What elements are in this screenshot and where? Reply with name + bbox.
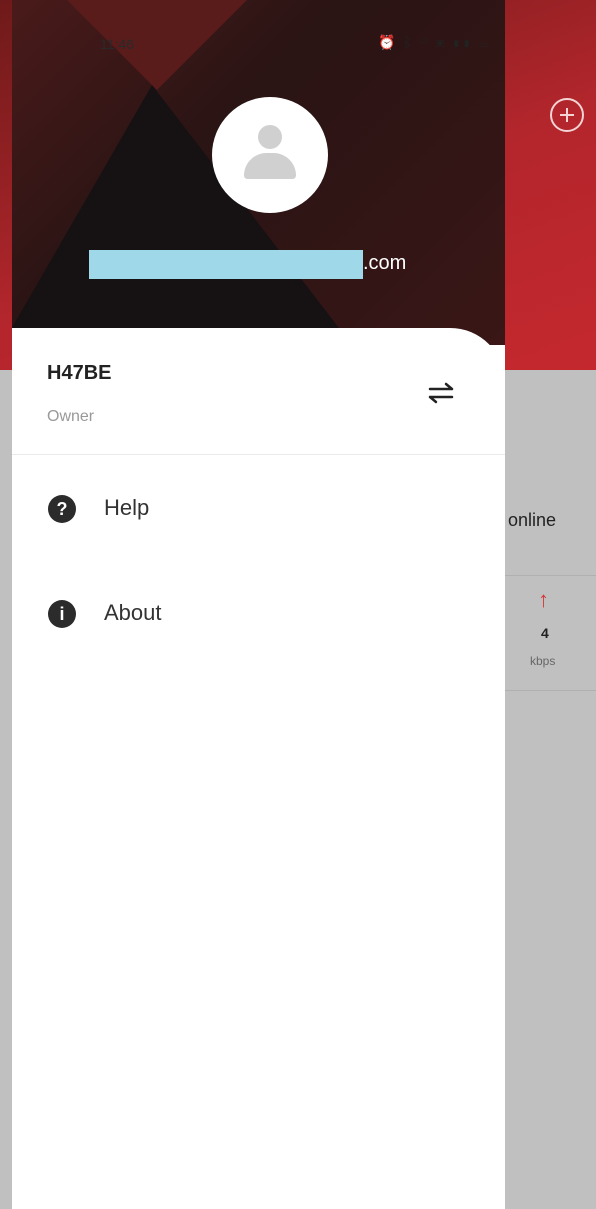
avatar[interactable] xyxy=(212,97,328,213)
swap-account-icon[interactable] xyxy=(424,380,458,406)
upload-arrow-icon: ↑ xyxy=(538,587,549,612)
status-bar: 11:46 ⏰ ᛒ ⌔ ▣ ▮▮ ▭ xyxy=(0,0,596,88)
help-icon: ? xyxy=(48,495,76,523)
account-role: Owner xyxy=(47,408,95,425)
menu-item-about[interactable]: i About xyxy=(12,585,505,645)
add-icon[interactable] xyxy=(550,98,584,132)
info-icon: i xyxy=(48,600,76,628)
status-time: 11:46 xyxy=(100,36,134,52)
avatar-head-icon xyxy=(258,125,282,149)
email-redacted xyxy=(89,250,363,279)
menu-item-help[interactable]: ? Help xyxy=(12,480,505,540)
avatar-body-icon xyxy=(244,153,296,179)
email-suffix: .com xyxy=(363,252,407,274)
navigation-drawer: .com H47BE Owner ? Help i About xyxy=(12,0,505,1209)
divider xyxy=(505,575,596,576)
divider xyxy=(505,690,596,691)
status-icons: ⏰ ᛒ ⌔ ▣ ▮▮ ▭ xyxy=(378,34,490,50)
online-status: online xyxy=(508,510,557,530)
upload-speed-value: 4 xyxy=(541,625,549,641)
menu-item-label: About xyxy=(104,600,162,625)
upload-speed-unit: kbps xyxy=(530,654,556,668)
account-name: H47BE xyxy=(47,362,112,384)
menu-item-label: Help xyxy=(104,495,150,520)
